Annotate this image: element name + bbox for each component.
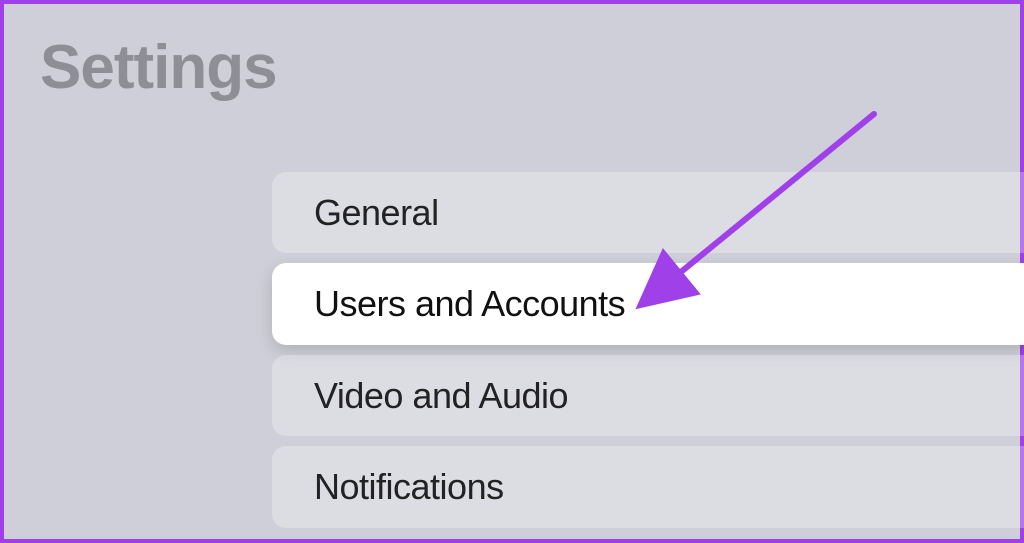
settings-item-users-and-accounts[interactable]: Users and Accounts	[272, 263, 1024, 344]
settings-menu: General Users and Accounts Video and Aud…	[272, 172, 1024, 528]
settings-item-label: Users and Accounts	[314, 283, 625, 324]
settings-item-label: Notifications	[314, 466, 504, 507]
settings-item-general[interactable]: General	[272, 172, 1024, 253]
settings-item-label: Video and Audio	[314, 375, 568, 416]
settings-item-video-and-audio[interactable]: Video and Audio	[272, 355, 1024, 436]
settings-item-notifications[interactable]: Notifications	[272, 446, 1024, 527]
settings-item-label: General	[314, 192, 439, 233]
page-title: Settings	[4, 4, 1020, 103]
